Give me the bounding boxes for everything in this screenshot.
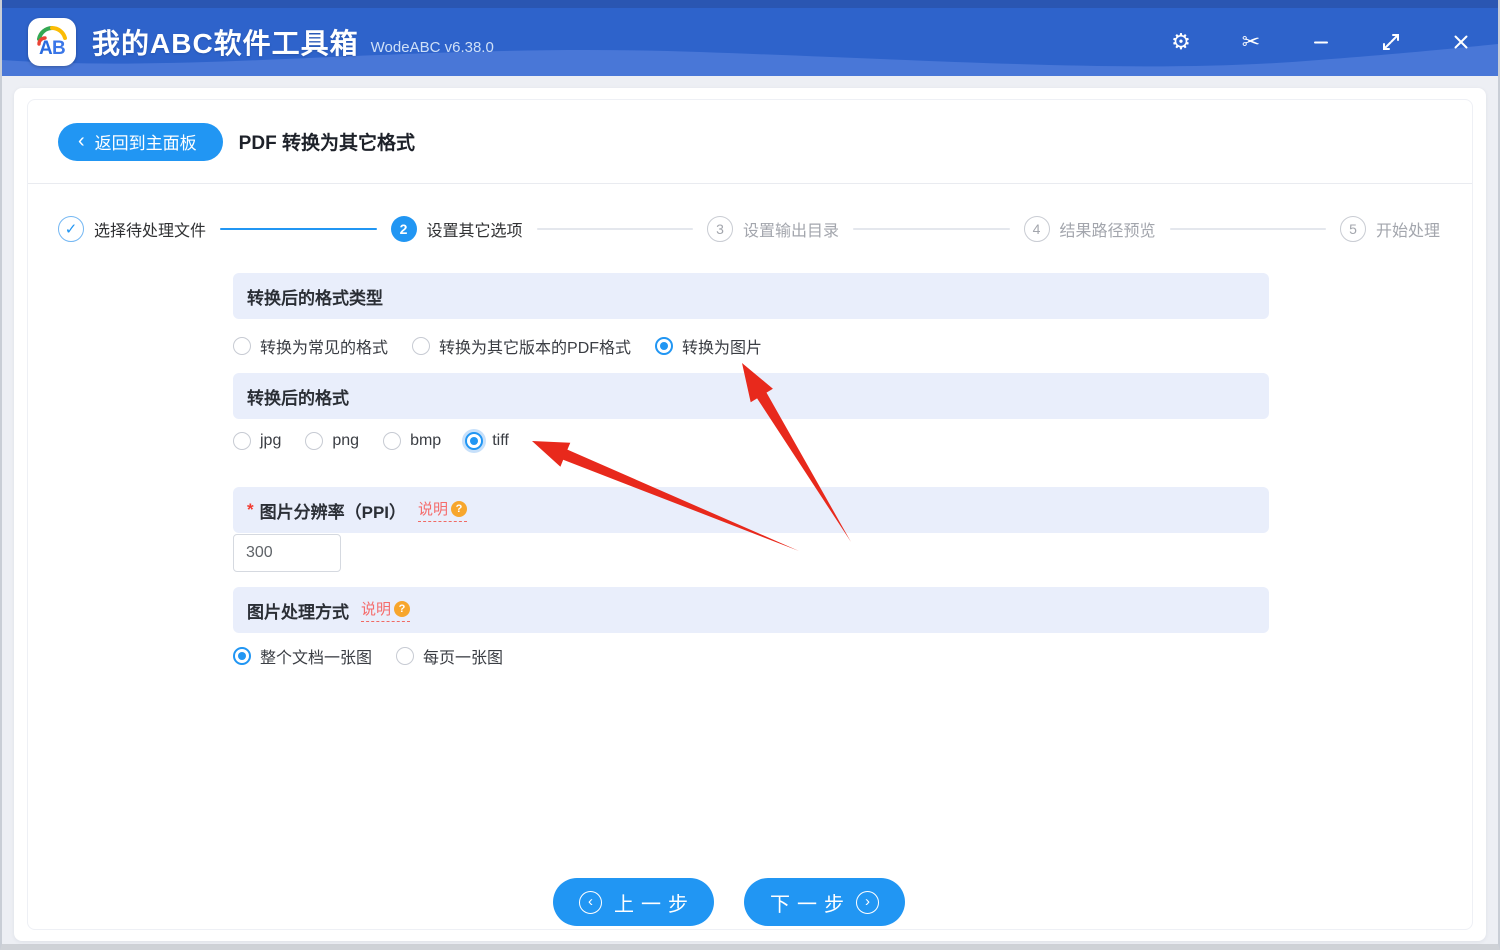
radio-checked-icon: [655, 337, 674, 355]
settings-gear-icon[interactable]: ⚙: [1168, 29, 1194, 55]
step-4-label: 结果路径预览: [1059, 222, 1156, 240]
radio-circle-icon: [233, 432, 251, 450]
outer-card: ‹ 返回到主面板 PDF 转换为其它格式 ✓ 选择待处理文件 2 设置其它选项: [14, 88, 1486, 941]
radio-jpg[interactable]: jpg: [233, 427, 281, 455]
circle-chevron-left-icon: ‹: [579, 890, 602, 914]
question-mark-icon: ?: [451, 500, 468, 517]
step-1-label: 选择待处理文件: [94, 222, 207, 240]
svg-text:A: A: [39, 38, 53, 59]
step-3-output-dir: 3 设置输出目录: [707, 215, 840, 242]
section-resolution-header: * 图片分辨率（PPI） 说明 ?: [233, 487, 1269, 533]
titlebar-actions: ⚙ ✂: [1168, 29, 1474, 55]
resolution-help-link[interactable]: 说明 ?: [418, 498, 468, 522]
options-form: 转换后的格式类型 转换为常见的格式 转换为其它版本的PDF格式 转换为图片 转换…: [233, 273, 1269, 670]
section-processing-title: 图片处理方式: [247, 602, 349, 622]
section-format-type-header: 转换后的格式类型: [233, 273, 1269, 319]
processing-options: 整个文档一张图 每页一张图: [233, 633, 1269, 670]
step-4-result-preview: 4 结果路径预览: [1023, 215, 1156, 242]
circle-chevron-right-icon: ›: [856, 890, 879, 914]
step-3-number: 3: [707, 215, 733, 242]
step-5-number: 5: [1340, 215, 1366, 242]
svg-text:B: B: [52, 38, 66, 59]
next-step-button[interactable]: 下一步 ›: [744, 878, 905, 926]
radio-common-format[interactable]: 转换为常见的格式: [233, 332, 388, 360]
inner-card: ‹ 返回到主面板 PDF 转换为其它格式 ✓ 选择待处理文件 2 设置其它选项: [27, 99, 1473, 930]
page-header: ‹ 返回到主面板 PDF 转换为其它格式: [28, 100, 1472, 184]
back-button-label: 返回到主面板: [94, 134, 197, 153]
section-image-format-header: 转换后的格式: [233, 373, 1269, 419]
step-2-options: 2 设置其它选项: [390, 215, 523, 242]
ppi-value-input[interactable]: [233, 534, 341, 572]
step-1-select-files: ✓ 选择待处理文件: [58, 215, 207, 242]
step-5-label: 开始处理: [1376, 222, 1441, 240]
app-title: 我的ABC软件工具箱: [92, 28, 359, 59]
app-logo-icon: A B: [37, 26, 67, 59]
close-icon[interactable]: [1448, 29, 1474, 55]
required-asterisk: *: [247, 500, 254, 519]
radio-circle-icon: [396, 647, 415, 665]
minimize-icon[interactable]: [1308, 29, 1334, 55]
radio-one-image-per-page[interactable]: 每页一张图: [396, 642, 503, 670]
app-window: A B 我的ABC软件工具箱 WodeABC v6.38.0 ⚙ ✂ ‹ 返回到…: [0, 0, 1500, 950]
resolution-input-row: [233, 533, 1269, 587]
titlebar: A B 我的ABC软件工具箱 WodeABC v6.38.0 ⚙ ✂: [2, 0, 1498, 76]
processing-help-link[interactable]: 说明 ?: [361, 598, 411, 622]
scissors-screenshot-icon[interactable]: ✂: [1238, 29, 1264, 55]
radio-circle-icon: [383, 432, 402, 450]
app-version: WodeABC v6.38.0: [370, 38, 494, 56]
previous-step-button[interactable]: ‹ 上一步: [553, 878, 714, 926]
radio-circle-icon: [305, 432, 324, 450]
section-image-format-title: 转换后的格式: [247, 388, 349, 408]
radio-checked-icon: [465, 432, 484, 450]
step-connector: [853, 227, 1010, 230]
step-3-label: 设置输出目录: [743, 222, 840, 240]
step-connector: [536, 227, 693, 230]
footer-navigation: ‹ 上一步 下一步 ›: [7, 878, 1451, 926]
question-mark-icon: ?: [394, 600, 411, 617]
radio-checked-icon: [233, 647, 251, 665]
step-2-label: 设置其它选项: [426, 222, 523, 240]
step-connector-done: [220, 227, 377, 230]
section-format-type-title: 转换后的格式类型: [247, 288, 383, 308]
radio-whole-doc-one-image[interactable]: 整个文档一张图: [233, 642, 372, 670]
radio-convert-to-image[interactable]: 转换为图片: [655, 332, 762, 360]
radio-bmp[interactable]: bmp: [383, 427, 441, 455]
page-title: PDF 转换为其它格式: [238, 133, 415, 154]
image-format-options: jpg png bmp tiff: [233, 419, 1269, 487]
step-indicator: ✓ 选择待处理文件 2 设置其它选项 3 设置输出目录 4 结果路径预览 5 开…: [28, 184, 1472, 273]
radio-circle-icon: [412, 337, 431, 355]
section-processing-header: 图片处理方式 说明 ?: [233, 587, 1269, 633]
chevron-left-icon: ‹: [78, 129, 85, 152]
step-1-check-icon: ✓: [58, 215, 84, 242]
step-5-start-processing: 5 开始处理: [1340, 215, 1441, 242]
content-area: ‹ 返回到主面板 PDF 转换为其它格式 ✓ 选择待处理文件 2 设置其它选项: [2, 76, 1498, 944]
step-4-number: 4: [1023, 215, 1050, 242]
app-logo: A B: [28, 18, 76, 66]
maximize-icon[interactable]: [1378, 29, 1404, 55]
radio-other-pdf-version[interactable]: 转换为其它版本的PDF格式: [412, 332, 631, 360]
radio-tiff[interactable]: tiff: [465, 427, 509, 455]
radio-circle-icon: [233, 337, 251, 355]
format-type-options: 转换为常见的格式 转换为其它版本的PDF格式 转换为图片: [233, 319, 1269, 373]
radio-png[interactable]: png: [305, 427, 359, 455]
titlebar-top-strip: [2, 0, 1498, 8]
step-connector: [1169, 227, 1326, 230]
step-2-number: 2: [390, 215, 417, 242]
section-resolution-title: 图片分辨率（PPI）: [259, 502, 407, 522]
back-to-dashboard-button[interactable]: ‹ 返回到主面板: [58, 122, 223, 161]
